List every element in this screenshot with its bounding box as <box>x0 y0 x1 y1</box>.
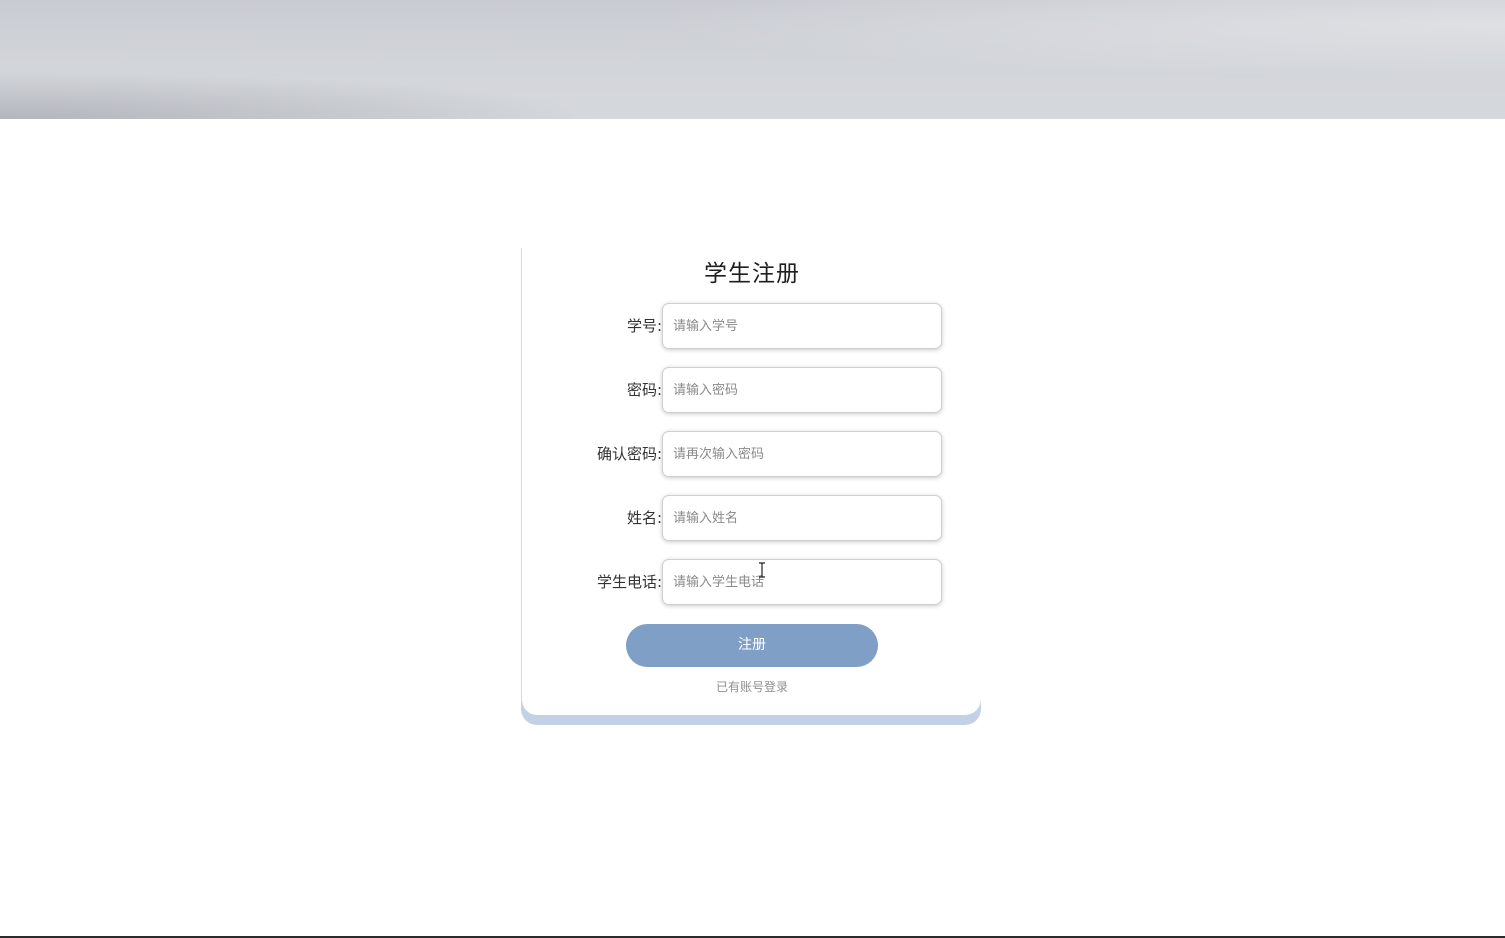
banner-shade <box>0 0 1505 119</box>
login-link[interactable]: 已有账号登录 <box>522 678 982 695</box>
confirm-password-label: 确认密码: <box>596 445 662 463</box>
password-label: 密码: <box>626 381 662 399</box>
password-input[interactable] <box>662 367 942 413</box>
student-id-label: 学号: <box>626 317 662 335</box>
phone-label: 学生电话: <box>596 573 662 591</box>
register-button[interactable]: 注册 <box>626 624 878 667</box>
student-id-input[interactable] <box>662 303 942 349</box>
name-label: 姓名: <box>626 509 662 527</box>
name-input[interactable] <box>662 495 942 541</box>
confirm-password-input[interactable] <box>662 431 942 477</box>
phone-input[interactable] <box>662 559 942 605</box>
register-card: 学生注册 学号: 密码: 确认密码: 姓名: 学生电话: 注册 已有账号登录 <box>521 248 981 715</box>
text-cursor-icon <box>759 562 765 578</box>
page-title: 学生注册 <box>704 261 800 287</box>
top-banner <box>0 0 1505 119</box>
